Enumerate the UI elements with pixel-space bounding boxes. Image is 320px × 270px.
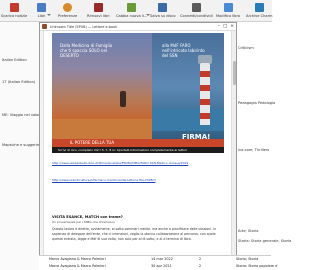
list-item[interactable]: Arte; Storia	[238, 229, 258, 233]
book-table: Marco Avagiano & Marco Palmieri 14 mar 2…	[39, 255, 277, 270]
cover-sea	[152, 109, 224, 131]
connect-share-label: Connetti/condividi	[180, 14, 213, 18]
viewer-title: Unknown Title (EPUB) — Lettore e-book	[50, 25, 118, 29]
book-list-left: Italian Edition 17 (Italian Edition) ME:…	[0, 22, 51, 270]
book-page: Dalla Medicina di Famiglia che ti spacci…	[46, 33, 230, 269]
save-icon	[158, 3, 168, 12]
archive-label: Archive Charm	[246, 14, 273, 18]
cover-left-text: Dalla Medicina di Famiglia che ti spacci…	[60, 43, 113, 58]
cover-right-text: alla MdF FARO nell'intricato labirinto d…	[162, 43, 205, 58]
main-toolbar: Scarica notizie Libri Preferenze Rimuovi…	[0, 0, 273, 22]
download-news-button[interactable]: Scarica notizie	[1, 2, 27, 21]
connect-share-button[interactable]: Connetti/condividi	[180, 2, 213, 21]
add-books-label: Cabbia nuova li...	[116, 14, 148, 18]
viewer-side-toolbar[interactable]	[40, 31, 44, 269]
library-icon	[37, 3, 46, 12]
close-icon[interactable]: ×	[230, 24, 234, 30]
window-controls: – □ ×	[218, 24, 234, 30]
date-cell: 14 mar 2022	[151, 257, 173, 261]
num-cell: 2	[199, 257, 202, 261]
add-books-icon	[127, 3, 137, 12]
cover-runner-figure	[120, 91, 126, 107]
preferences-label: Preferenze	[58, 14, 78, 18]
section-subheading: (In provenienza per i MMG che chiamano)	[52, 220, 115, 224]
cover-band-right-text: FIRMA!	[182, 133, 211, 141]
tags-cell: Storia: Storia popolare d	[236, 264, 278, 268]
remove-books-button[interactable]: Rimuovi libri	[87, 2, 110, 21]
num-cell: 2	[199, 264, 202, 268]
date-cell: 30 apr 2021	[151, 264, 172, 268]
save-to-disk-button[interactable]: Salva su disco	[150, 2, 176, 21]
list-item[interactable]: Storia: Storia generale, Storia	[238, 239, 291, 243]
author-cell: Marco Avagiano & Marco Palmieri	[49, 264, 106, 268]
tags-cell: Storia; Storia	[236, 257, 259, 261]
preferences-button[interactable]: Preferenze	[58, 2, 77, 21]
add-books-button[interactable]: Cabbia nuova li...	[116, 2, 147, 21]
download-news-label: Scarica notizie	[1, 14, 28, 18]
lighthouse-icon	[200, 63, 210, 125]
news-icon	[9, 3, 19, 12]
viewer-scrollbar[interactable]	[231, 31, 236, 269]
remove-books-label: Rimuovi libri	[87, 14, 110, 18]
list-item[interactable]: Criticism	[238, 46, 254, 50]
edit-book-icon	[223, 3, 233, 12]
archive-icon	[254, 3, 264, 12]
gear-icon	[63, 3, 73, 12]
viewer-titlebar[interactable]: Unknown Title (EPUB) — Lettore e-book – …	[40, 23, 236, 31]
list-item[interactable]: ina.com; Thrillers	[238, 148, 269, 152]
minimize-icon[interactable]: –	[218, 24, 220, 30]
link-1[interactable]: http://www.saluteilbello.it/le-dottrine/…	[52, 161, 188, 165]
author-cell: Marco Avagiano & Marco Palmieri	[49, 257, 106, 261]
scrollbar-thumb[interactable]	[233, 61, 236, 85]
list-item[interactable]: Pedagogia Pedalogia	[238, 101, 275, 105]
maximize-icon[interactable]: □	[223, 24, 227, 30]
book-list-right: Criticism Pedagogia Pedalogia ina.com; T…	[236, 22, 291, 270]
section-heading: VISITA ESANCE, MATCH con trame?	[52, 215, 123, 219]
cover-band-left-text: IL POTERE DELLA TUA	[70, 140, 115, 145]
library-label: Libri	[37, 14, 46, 18]
list-item[interactable]: 17 (Italian Edition)	[2, 80, 35, 84]
archive-button[interactable]: Archive Charm	[246, 2, 273, 21]
link-2[interactable]: http://www.scandicultura-it/farmaco-medi…	[52, 178, 155, 182]
book-icon	[42, 24, 47, 29]
table-row[interactable]: Marco Avagiano & Marco Palmieri 14 mar 2…	[39, 256, 271, 263]
cover-footer-text: Scrivi di loro, compilalo Voi!! 5, 7, 8 …	[58, 148, 188, 152]
cover-image: Dalla Medicina di Famiglia che ti spacci…	[52, 33, 224, 153]
edit-book-label: Modifica libro	[216, 14, 241, 18]
list-item[interactable]: Italian Edition	[2, 58, 27, 62]
cover-desert-ground	[52, 119, 152, 139]
table-row[interactable]: Marco Avagiano & Marco Palmieri 30 apr 2…	[39, 263, 277, 270]
body-paragraph: Questo lavoro è diretto, ovviamente, ai …	[52, 227, 217, 241]
library-button[interactable]: Libri	[37, 2, 46, 21]
save-to-disk-label: Salva su disco	[150, 14, 176, 18]
connect-icon	[191, 3, 201, 12]
library-dropdown-icon[interactable]	[47, 14, 51, 16]
edit-book-button[interactable]: Modifica libro	[216, 2, 240, 21]
remove-books-icon	[93, 3, 103, 12]
ebook-viewer-window: Unknown Title (EPUB) — Lettore e-book – …	[39, 22, 237, 270]
